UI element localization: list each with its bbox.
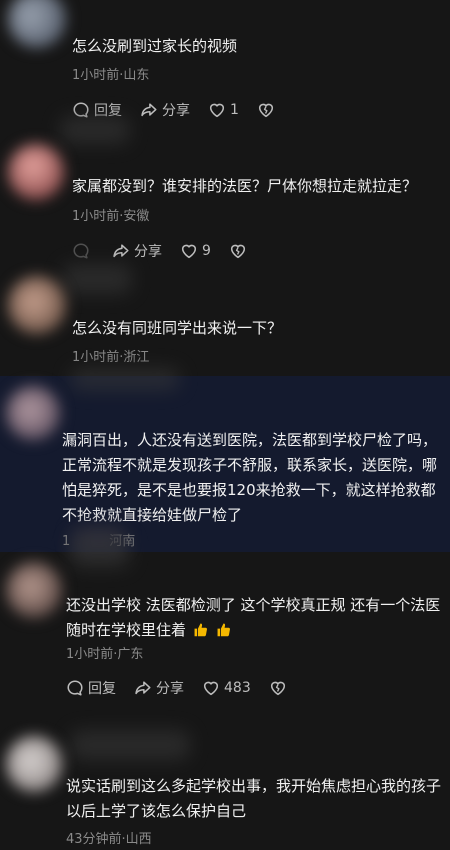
comment-text: 家属都没到？谁安排的法医？尸体你想拉走就拉走？ bbox=[72, 177, 418, 195]
comment-text: 说实话刷到这么多起学校出事，我开始焦虑担心我的孩子以后上学了该怎么保护自己 bbox=[66, 777, 442, 820]
like-count: 9 bbox=[202, 243, 211, 259]
share-label: 分享 bbox=[162, 103, 190, 119]
avatar[interactable] bbox=[6, 386, 60, 440]
avatar[interactable] bbox=[8, 0, 66, 48]
comment-meta: 1小时前·安徽 bbox=[72, 209, 150, 224]
username-blurred bbox=[70, 368, 180, 390]
comment-item[interactable]: 家属都没到？谁安排的法医？尸体你想拉走就拉走？ 1小时前·安徽 分享 9 bbox=[0, 116, 450, 270]
broken-heart-icon bbox=[270, 681, 285, 696]
broken-heart-icon bbox=[230, 244, 245, 259]
avatar[interactable] bbox=[6, 562, 62, 618]
comment-actions: 回复 分享 483 bbox=[66, 678, 305, 698]
reply-button[interactable] bbox=[72, 242, 94, 260]
comment-feed: 怎么没刷到过家长的视频 1小时前·山东 回复 分享 1 家属都没到？谁安排的法医… bbox=[0, 0, 450, 850]
dislike-button[interactable] bbox=[229, 242, 247, 260]
like-button[interactable]: 483 bbox=[202, 679, 251, 697]
heart-icon bbox=[209, 103, 225, 118]
share-button[interactable]: 分享 bbox=[140, 100, 190, 120]
comment-meta: 43分钟前·山西 bbox=[66, 832, 152, 847]
username-blurred bbox=[60, 116, 130, 144]
like-button[interactable]: 1 bbox=[208, 101, 239, 119]
reply-icon bbox=[67, 680, 83, 696]
comment-text: 还没出学校 法医都检测了 这个学校真正规 还有一个法医随时在学校里住着 bbox=[66, 593, 441, 643]
comment-text-body: 还没出学校 法医都检测了 这个学校真正规 还有一个法医随时在学校里住着 bbox=[66, 596, 441, 639]
avatar[interactable] bbox=[6, 736, 62, 792]
username-blurred bbox=[70, 534, 130, 568]
dislike-button[interactable] bbox=[269, 679, 287, 697]
avatar[interactable] bbox=[8, 144, 64, 200]
username-blurred bbox=[62, 264, 132, 294]
share-button[interactable]: 分享 bbox=[134, 678, 184, 698]
reply-icon bbox=[73, 243, 89, 259]
reply-button[interactable]: 回复 bbox=[66, 678, 116, 698]
dislike-button[interactable] bbox=[257, 101, 275, 119]
comment-item[interactable]: 怎么没有同班同学出来说一下？ 1小时前·浙江 bbox=[0, 264, 450, 376]
comment-text: 怎么没刷到过家长的视频 bbox=[72, 37, 238, 55]
comment-item[interactable]: 怎么没刷到过家长的视频 1小时前·山东 回复 分享 1 bbox=[0, 0, 450, 130]
share-label: 分享 bbox=[156, 681, 184, 697]
share-label: 分享 bbox=[134, 244, 162, 260]
like-button[interactable]: 9 bbox=[180, 242, 211, 260]
thumbs-up-icon bbox=[217, 623, 231, 637]
share-button[interactable]: 分享 bbox=[112, 241, 162, 261]
heart-icon bbox=[203, 681, 219, 696]
heart-icon bbox=[181, 244, 197, 259]
comment-meta: 1小时前·浙江 bbox=[72, 350, 150, 365]
avatar[interactable] bbox=[8, 276, 66, 334]
comment-text: 漏洞百出，人还没有送到医院，法医都到学校尸检了吗，正常流程不就是发现孩子不舒服，… bbox=[62, 431, 438, 524]
like-count: 483 bbox=[224, 680, 251, 696]
comment-text: 怎么没有同班同学出来说一下？ bbox=[72, 319, 283, 337]
comment-actions: 分享 9 bbox=[72, 241, 265, 261]
comment-item[interactable]: 还没出学校 法医都检测了 这个学校真正规 还有一个法医随时在学校里住着 1小时前… bbox=[0, 534, 450, 712]
comment-item-highlighted[interactable]: 漏洞百出，人还没有送到医院，法医都到学校尸检了吗，正常流程不就是发现孩子不舒服，… bbox=[0, 368, 450, 552]
comment-meta: 1小时前·广东 bbox=[66, 647, 144, 662]
comment-item[interactable]: 说实话刷到这么多起学校出事，我开始焦虑担心我的孩子以后上学了该怎么保护自己 43… bbox=[0, 712, 450, 850]
share-icon bbox=[113, 244, 129, 258]
broken-heart-icon bbox=[258, 103, 273, 118]
like-count: 1 bbox=[230, 102, 239, 118]
reply-label: 回复 bbox=[88, 681, 116, 697]
share-icon bbox=[135, 681, 151, 695]
username-blurred bbox=[70, 730, 190, 760]
comment-meta: 1小时前·山东 bbox=[72, 68, 150, 83]
thumbs-up-icon bbox=[194, 623, 208, 637]
share-icon bbox=[141, 103, 157, 117]
